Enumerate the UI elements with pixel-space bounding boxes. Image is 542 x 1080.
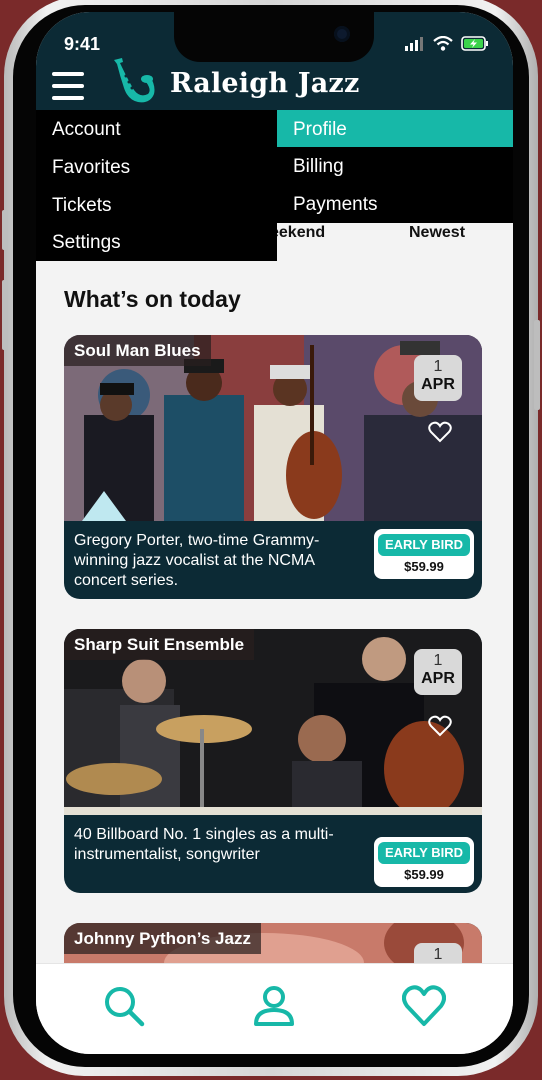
event-description: 40 Billboard No. 1 singles as a multi-in… [74,826,334,863]
event-title: Sharp Suit Ensemble [64,629,255,660]
price-box[interactable]: EARLY BIRD $59.99 [374,837,474,887]
signal-icon [405,36,423,51]
event-description: Gregory Porter, two-time Grammy-winning … [74,532,320,589]
hamburger-menu-icon[interactable] [52,72,84,100]
menu-item-settings[interactable]: Settings [52,232,121,254]
menu-item-account[interactable]: Account [52,119,121,141]
menu-item-tickets[interactable]: Tickets [52,195,111,217]
brand-name: Raleigh Jazz [170,68,360,99]
event-title: Johnny Python’s Jazz [64,923,261,954]
submenu-item-billing[interactable]: Billing [293,156,344,178]
account-menu: Account Favorites Tickets Settings [36,110,277,261]
event-card[interactable]: Soul Man Blues 1 APR Gregory Porter, two… [64,335,482,599]
section-title: What’s on today [64,286,241,312]
bottom-tab-bar [36,963,513,1054]
profile-icon[interactable] [252,984,296,1028]
status-time: 9:41 [64,34,101,54]
date-day: 1 [433,652,443,669]
app-screen: 9:41 Raleigh Jazz eekend Newest Account … [36,12,513,1054]
date-badge: 1 APR [414,355,462,401]
event-title: Soul Man Blues [64,335,211,366]
saxophone-logo-icon [114,58,155,103]
search-icon[interactable] [102,984,146,1028]
heart-icon[interactable] [402,984,446,1028]
date-month: APR [421,670,455,687]
event-price: $59.99 [404,559,444,574]
price-box[interactable]: EARLY BIRD $59.99 [374,529,474,579]
favorite-heart-icon[interactable] [428,715,452,737]
submenu-item-payments[interactable]: Payments [293,194,377,216]
early-bird-badge: EARLY BIRD [378,842,470,864]
date-day: 1 [433,946,443,963]
early-bird-badge: EARLY BIRD [378,534,470,556]
app-header: 9:41 Raleigh Jazz [36,12,513,110]
event-price: $59.99 [404,867,444,882]
notch [174,12,374,62]
submenu-item-profile[interactable]: Profile [277,110,513,147]
date-month: APR [421,376,455,393]
account-submenu: Profile Billing Payments [277,110,513,223]
filter-tab-weekend[interactable]: eekend [270,224,325,242]
wifi-icon [433,36,453,51]
battery-icon [461,36,488,51]
event-card[interactable]: Sharp Suit Ensemble 1 APR 40 Billboard N… [64,629,482,893]
status-icons [405,36,489,51]
side-button [2,280,8,350]
date-badge: 1 APR [414,649,462,695]
filter-tab-newest[interactable]: Newest [409,224,465,242]
menu-item-favorites[interactable]: Favorites [52,157,130,179]
side-button [534,320,540,410]
camera-icon [334,26,350,42]
side-button [2,210,8,250]
favorite-heart-icon[interactable] [428,421,452,443]
date-day: 1 [433,358,443,375]
